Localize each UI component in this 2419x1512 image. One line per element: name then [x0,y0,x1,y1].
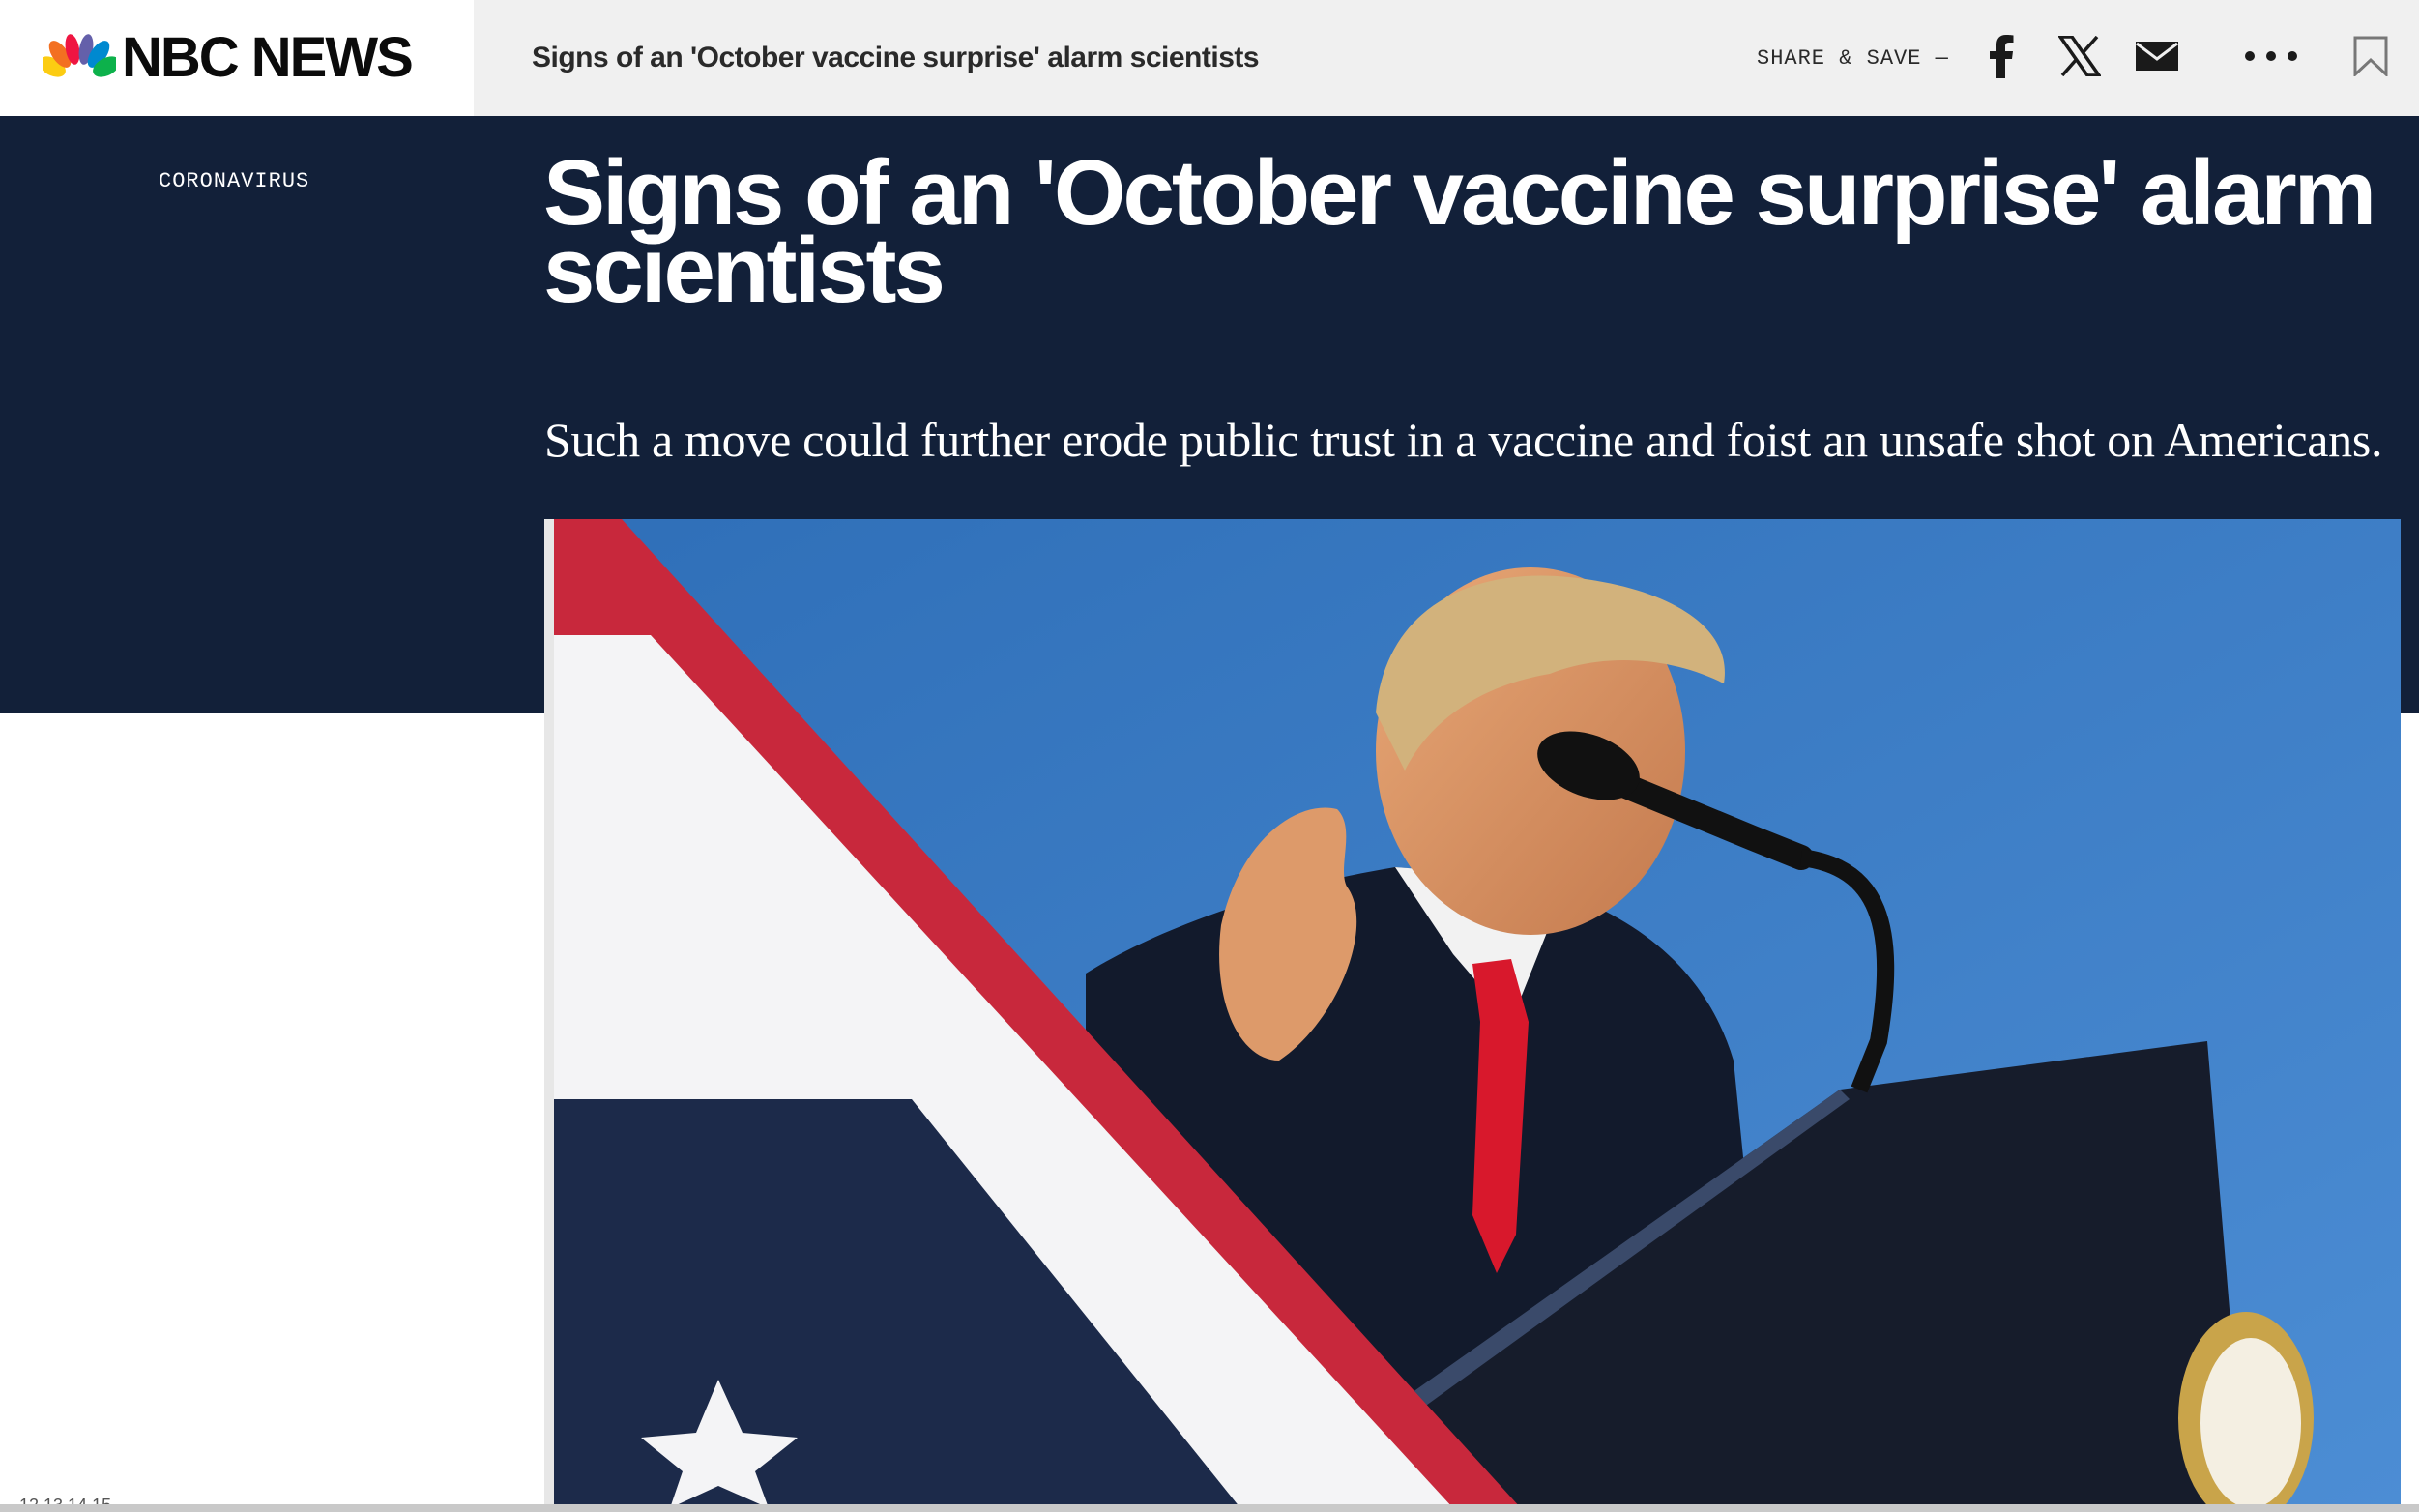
facebook-icon [1990,35,2014,78]
sticky-article-title: Signs of an 'October vaccine surprise' a… [532,42,1260,73]
more-icon [2245,51,2297,61]
x-icon [2058,36,2101,76]
share-save-label: SHARE & SAVE — [1757,46,1949,71]
sticky-header: NBC NEWS Signs of an 'October vaccine su… [0,0,2419,116]
article-dek: Such a move could further erode public t… [544,413,2383,467]
email-share-button[interactable] [2133,29,2181,83]
bottom-scroll-strip [0,1504,2419,1512]
bottom-ruler-text: 12 13 14 15 [19,1497,111,1504]
lead-photo [544,519,2401,1508]
x-share-button[interactable] [2057,29,2102,83]
save-bookmark-button[interactable] [2347,29,2394,83]
section-label[interactable]: CORONAVIRUS [159,168,309,195]
email-icon [2136,42,2178,71]
more-options-button[interactable] [2241,29,2301,83]
nbc-peacock-logo [43,34,116,80]
facebook-share-button[interactable] [1984,29,2019,83]
bookmark-icon [2353,36,2388,76]
brand-wordmark: NBC NEWS [122,26,414,89]
logo-link[interactable]: NBC NEWS [0,0,474,116]
article-headline: Signs of an 'October vaccine surprise' a… [543,141,2376,322]
